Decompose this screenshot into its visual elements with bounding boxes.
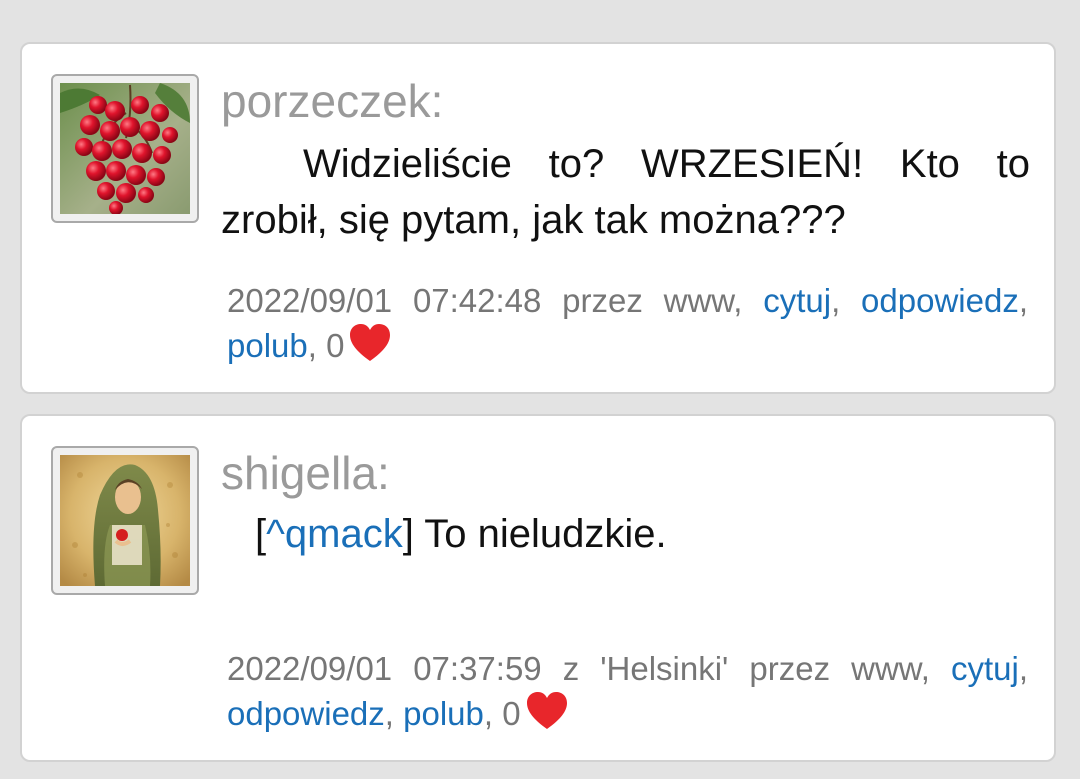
comment-meta: 2022/09/01 07:37:59 z 'Helsinki' przez w…	[227, 646, 1028, 742]
heart-icon[interactable]	[348, 323, 392, 374]
author-name[interactable]: shigella:	[221, 446, 390, 500]
avatar[interactable]	[51, 74, 199, 223]
post-date: 2022/09/01	[227, 282, 393, 319]
woman-with-apple-painting-icon	[60, 455, 190, 586]
comment-body: To nieludzkie.	[424, 512, 667, 556]
like-count: 0	[326, 327, 345, 364]
post-time: 07:42:48	[412, 282, 542, 319]
reply-link[interactable]: odpowiedz	[861, 282, 1019, 319]
avatar[interactable]	[51, 446, 199, 595]
comment-card: porzeczek: Widzieliście to? WRZESIEŃ! Kt…	[20, 42, 1056, 394]
post-date: 2022/09/01	[227, 650, 393, 687]
red-currant-berries-icon	[60, 83, 190, 214]
comment-text: Widzieliście to? WRZESIEŃ! Kto to zrobił…	[221, 142, 1030, 242]
comment-card: shigella: [^qmack] To nieludzkie. 2022/0…	[20, 414, 1056, 762]
comment-feed: porzeczek: Widzieliście to? WRZESIEŃ! Kt…	[0, 0, 1080, 779]
mention-link[interactable]: ^qmack	[266, 512, 403, 556]
heart-icon[interactable]	[525, 691, 569, 742]
quote-link[interactable]: cytuj	[763, 282, 831, 319]
post-time: 07:37:59	[413, 650, 542, 687]
post-via: przez www,	[749, 650, 930, 687]
comment-text: [^qmack] To nieludzkie.	[255, 512, 667, 556]
comment-meta: 2022/09/01 07:42:48 przez www, cytuj, od…	[227, 278, 1028, 374]
post-location: z 'Helsinki'	[562, 650, 729, 687]
author-name[interactable]: porzeczek:	[221, 74, 443, 128]
like-count: 0	[502, 695, 521, 732]
reply-link[interactable]: odpowiedz	[227, 695, 385, 732]
quote-link[interactable]: cytuj	[951, 650, 1019, 687]
post-via: przez www,	[562, 282, 743, 319]
like-link[interactable]: polub	[403, 695, 484, 732]
like-link[interactable]: polub	[227, 327, 308, 364]
